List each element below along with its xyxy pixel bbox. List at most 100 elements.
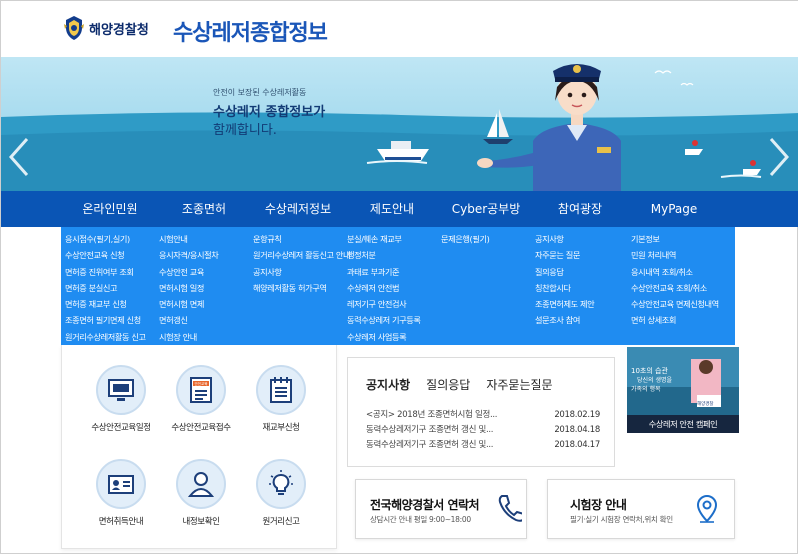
quick-reissue[interactable]: 재교부신청 [236, 365, 326, 433]
submenu-item[interactable]: 칭찬합시다 [535, 280, 594, 296]
logo[interactable]: 해양경찰청 [63, 15, 149, 41]
submenu-item[interactable]: 행정처분 [347, 247, 421, 263]
submenu-col-mypage: 기본정보 민원 처리내역 응시내역 조회/취소 수상안전교육 조회/취소 수상안… [631, 231, 719, 329]
submenu-item[interactable]: 해양레저활동 허가구역 [253, 280, 350, 296]
notice-title[interactable]: 동력수상레저기구 조종면허 갱신 및... [366, 423, 536, 438]
quick-license-guide[interactable]: 면허취득안내 [76, 459, 166, 527]
submenu-item[interactable]: 수상안전교육 면제신청내역 [631, 296, 719, 312]
submenu-item[interactable]: 응시접수(필기,실기) [65, 231, 146, 247]
submenu-item[interactable]: 원거리수상레저활동 신고 [65, 329, 146, 345]
quick-edu-schedule[interactable]: 수상안전교육일정 [76, 365, 166, 433]
banner-headline: 수상레저 종합정보가 [213, 105, 326, 120]
submenu-item[interactable]: 조종면허제도 제안 [535, 296, 595, 312]
safety-campaign-banner[interactable]: 10초의 습관 당신의 생명을 가족의 행복 해양경찰 수상레저 안전 캠페인 [627, 347, 739, 433]
id-card-icon [108, 475, 134, 494]
quick-menu: 수상안전교육일정 안전교육 수상안전교육접수 재교부신청 면허취득안내 내정보확… [61, 345, 337, 549]
education-form-icon: 안전교육 [190, 377, 212, 403]
submenu-item[interactable]: 수상레저 사업등록 [347, 329, 421, 345]
banner-next-button[interactable] [767, 137, 791, 177]
nav-cyber-study[interactable]: Cyber공부방 [441, 191, 531, 227]
submenu-item[interactable]: 공지사항 [253, 264, 350, 280]
submenu-item[interactable]: 민원 처리내역 [631, 247, 719, 263]
submenu-item[interactable]: 시험장 안내 [159, 329, 218, 345]
submenu-item[interactable]: 수상안전 교육 [159, 264, 218, 280]
submenu-item[interactable]: 면허증 분실신고 [65, 280, 146, 296]
quick-label: 원거리신고 [262, 517, 300, 527]
banner-prev-button[interactable] [7, 137, 31, 177]
notice-title[interactable]: 동력수상레저기구 조종면허 갱신 및... [366, 438, 536, 453]
submenu-panel: 응시접수(필기,실기) 수상안전교육 신청 면허증 진위여부 조회 면허증 분실… [61, 227, 735, 345]
tab-faq[interactable]: 자주묻는질문 [486, 376, 552, 393]
submenu-col-cyber-study: 문제은행(필기) [441, 231, 490, 247]
test-site-box[interactable]: 시험장 안내 필기·실기 시험장 연락처,위치 확인 [547, 479, 735, 539]
lightbulb-icon [269, 470, 293, 495]
notice-title[interactable]: <공지> 2018년 조종면허시험 일정... [366, 408, 536, 423]
quick-icon-circle [176, 459, 226, 509]
document-icon [270, 377, 292, 403]
submenu-item[interactable]: 면허증 진위여부 조회 [65, 264, 146, 280]
quick-icon-circle [96, 365, 146, 415]
location-pin-icon [696, 494, 718, 523]
police-emblem-icon [64, 16, 84, 40]
submenu-item[interactable]: 수상레저 안전법 [347, 280, 421, 296]
submenu-item[interactable]: 면허갱신 [159, 312, 218, 328]
submenu-item[interactable]: 자주묻는 질문 [535, 247, 594, 263]
submenu-col-participation: 공지사항 자주묻는 질문 질의응답 칭찬합시다 조종면허제도 제안 설문조사 참… [535, 231, 595, 329]
submenu-item[interactable]: 질의응답 [535, 264, 594, 280]
nav-mypage[interactable]: MyPage [629, 191, 719, 227]
test-site-title: 시험장 안내 [570, 498, 627, 512]
quick-icon-circle [256, 459, 306, 509]
form-badge: 안전교육 [195, 381, 209, 386]
phone-icon [498, 495, 522, 522]
notice-row[interactable]: <공지> 2018년 조종면허시험 일정... 2018.02.19 [366, 408, 600, 423]
contact-box[interactable]: 전국해양경찰서 연락처 상담시간 안내 평일 9:00~18:00 [355, 479, 527, 539]
submenu-item[interactable]: 기본정보 [631, 231, 719, 247]
submenu-col-license: 시험안내 응시자격/응시절차 수상안전 교육 면허시험 일정 면허시험 면제 면… [159, 231, 219, 345]
submenu-item[interactable]: 문제은행(필기) [441, 231, 490, 247]
nav-participation[interactable]: 참여광장 [535, 191, 625, 227]
quick-my-info[interactable]: 내정보확인 [156, 459, 246, 527]
notice-date: 2018.04.18 [554, 425, 600, 435]
submenu-item[interactable]: 분실/훼손 재교부 [347, 231, 421, 247]
notice-row[interactable]: 동력수상레저기구 조종면허 갱신 및... 2018.04.17 [366, 438, 600, 453]
nav-online-civil[interactable]: 온라인민원 [65, 191, 155, 227]
nav-leisure-info[interactable]: 수상레저정보 [253, 191, 343, 227]
quick-label: 수상안전교육일정 [91, 423, 151, 433]
submenu-item[interactable]: 과태료 부과기준 [347, 264, 421, 280]
submenu-item[interactable]: 수상안전교육 조회/취소 [631, 280, 719, 296]
submenu-item[interactable]: 면허 상세조회 [631, 312, 719, 328]
submenu-item[interactable]: 동력수상레저 기구등록 [347, 312, 421, 328]
campaign-text-2: 당신의 생명을 [637, 376, 673, 384]
site-title[interactable]: 수상레저종합정보 [173, 15, 328, 47]
contact-hours: 상담시간 안내 평일 9:00~18:00 [370, 515, 471, 524]
submenu-item[interactable]: 면허시험 일정 [159, 280, 218, 296]
tab-notice[interactable]: 공지사항 [366, 376, 410, 393]
banner-headline-sub: 함께합니다. [213, 123, 277, 138]
submenu-item[interactable]: 시험안내 [159, 231, 218, 247]
submenu-item[interactable]: 응시내역 조회/취소 [631, 264, 719, 280]
submenu-item[interactable]: 수상안전교육 신청 [65, 247, 146, 263]
submenu-item[interactable]: 응시자격/응시절차 [159, 247, 219, 263]
submenu-item[interactable]: 원거리수상레저 활동신고 안내 [253, 247, 351, 263]
nav-license[interactable]: 조종면허 [159, 191, 249, 227]
quick-edu-apply[interactable]: 안전교육 수상안전교육접수 [156, 365, 246, 433]
test-site-desc: 필기·실기 시험장 연락처,위치 확인 [570, 515, 673, 524]
submenu-item[interactable]: 조종면허 필기면제 신청 [65, 312, 146, 328]
notice-tabs: 공지사항 질의응답 자주묻는질문 [366, 376, 553, 393]
campaign-text-1: 10초의 습관 [631, 366, 668, 375]
submenu-item[interactable]: 운항규칙 [253, 231, 350, 247]
quick-icon-circle: 안전교육 [176, 365, 226, 415]
tab-qna[interactable]: 질의응답 [426, 376, 470, 393]
quick-icon-circle [96, 459, 146, 509]
submenu-item[interactable]: 면허시험 면제 [159, 296, 218, 312]
submenu-item[interactable]: 설문조사 참여 [535, 312, 594, 328]
campaign-image: 10초의 습관 당신의 생명을 가족의 행복 해양경찰 [627, 347, 739, 415]
submenu-item[interactable]: 레저기구 안전검사 [347, 296, 421, 312]
quick-long-distance[interactable]: 원거리신고 [236, 459, 326, 527]
submenu-item[interactable]: 공지사항 [535, 231, 594, 247]
submenu-col-system-guide: 분실/훼손 재교부 행정처분 과태료 부과기준 수상레저 안전법 레저기구 안전… [347, 231, 421, 345]
submenu-item[interactable]: 면허증 재교부 신청 [65, 296, 146, 312]
quick-label: 면허취득안내 [98, 517, 144, 527]
notice-row[interactable]: 동력수상레저기구 조종면허 갱신 및... 2018.04.18 [366, 423, 600, 438]
nav-system-guide[interactable]: 제도안내 [347, 191, 437, 227]
